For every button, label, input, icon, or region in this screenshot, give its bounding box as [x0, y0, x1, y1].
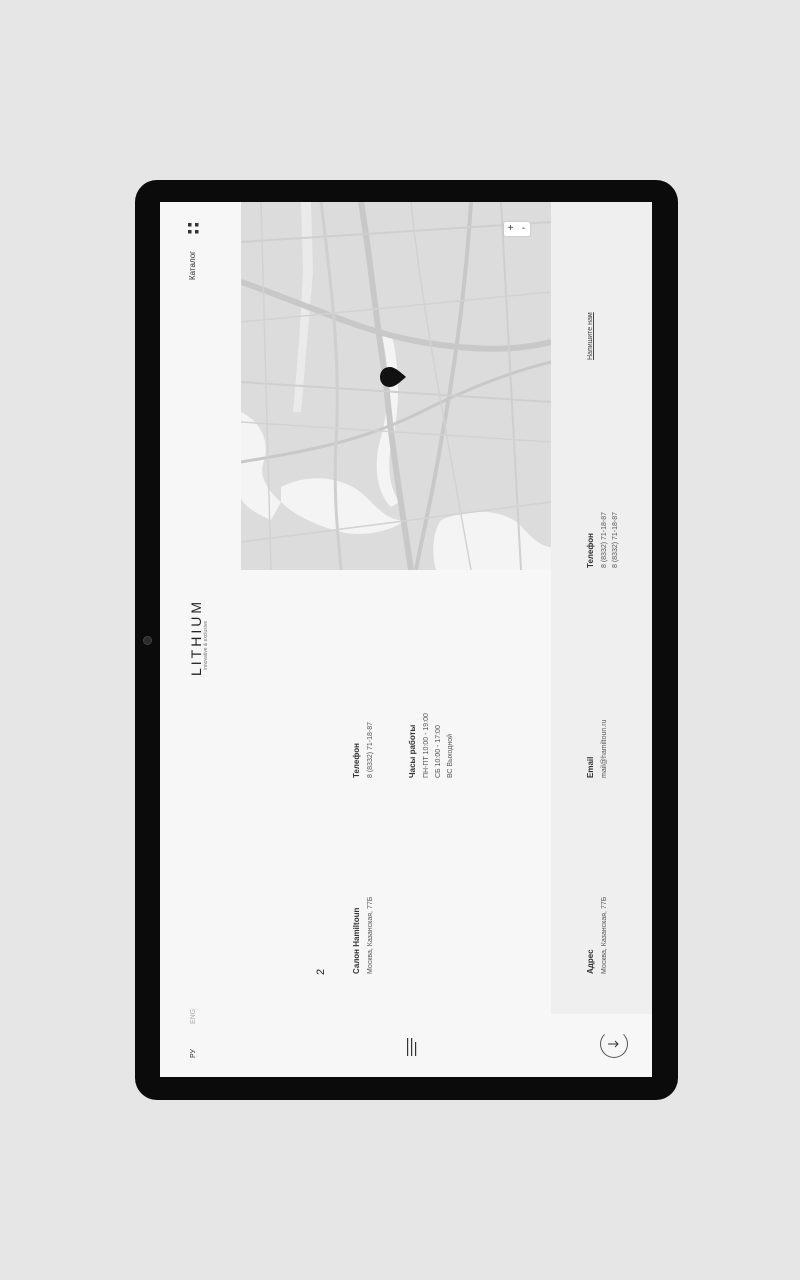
hours-line: ПН-ПТ 10:00 - 19:00: [423, 713, 430, 778]
map[interactable]: + -: [241, 202, 551, 570]
contact-address-label: Адрес: [586, 949, 595, 974]
zoom-control: + -: [504, 222, 530, 236]
salon-address: Москва, Казанская, 77Б: [367, 896, 374, 974]
lang-en[interactable]: ENG: [190, 1009, 197, 1024]
phone-value[interactable]: 8 (8332) 71-18-87: [366, 722, 375, 778]
map-pin-icon[interactable]: [380, 367, 406, 387]
contact-phone-1[interactable]: 8 (8332) 71-18-87: [600, 512, 609, 568]
hours-line: ВС Выходной: [447, 733, 454, 778]
next-button[interactable]: [600, 1030, 628, 1058]
contact-address-value: Москва, Казанская, 77Б: [601, 896, 608, 974]
catalog-link[interactable]: Каталог: [188, 251, 197, 280]
catalog-grid-icon[interactable]: [188, 223, 199, 234]
phone-label: Телефон: [352, 743, 361, 778]
arrow-right-icon: [608, 1040, 619, 1048]
zoom-out-button[interactable]: -: [517, 222, 530, 236]
lang-ru[interactable]: РУ: [190, 1049, 197, 1058]
logo[interactable]: LITHIUM: [188, 599, 204, 676]
contact-email-value[interactable]: mail@hamiltoun.ru: [600, 720, 609, 778]
salon-name: Салон Hamiltoun: [352, 907, 361, 974]
hours-label: Часы работы: [408, 724, 417, 778]
logo-tagline: innovative & exclusive: [203, 620, 209, 670]
write-us-link[interactable]: Напишите нам: [587, 312, 594, 360]
salon-number: 2: [315, 968, 327, 975]
hours-line: СБ 10:00 - 17:00: [435, 725, 442, 778]
contact-phone-2[interactable]: 8 (8332) 71-18-87: [611, 512, 620, 568]
tablet-device: Каталог LITHIUM innovative & exclusive Р…: [135, 180, 678, 1100]
camera-dot: [143, 636, 152, 645]
menu-icon[interactable]: [406, 1038, 420, 1056]
screen: Каталог LITHIUM innovative & exclusive Р…: [160, 202, 652, 1077]
zoom-in-button[interactable]: +: [504, 222, 517, 236]
contact-phone-label: Телефон: [586, 533, 595, 568]
contact-panel: Напишите нам Телефон 8 (8332) 71-18-87 8…: [551, 202, 652, 1014]
contact-email-label: Email: [586, 756, 595, 778]
